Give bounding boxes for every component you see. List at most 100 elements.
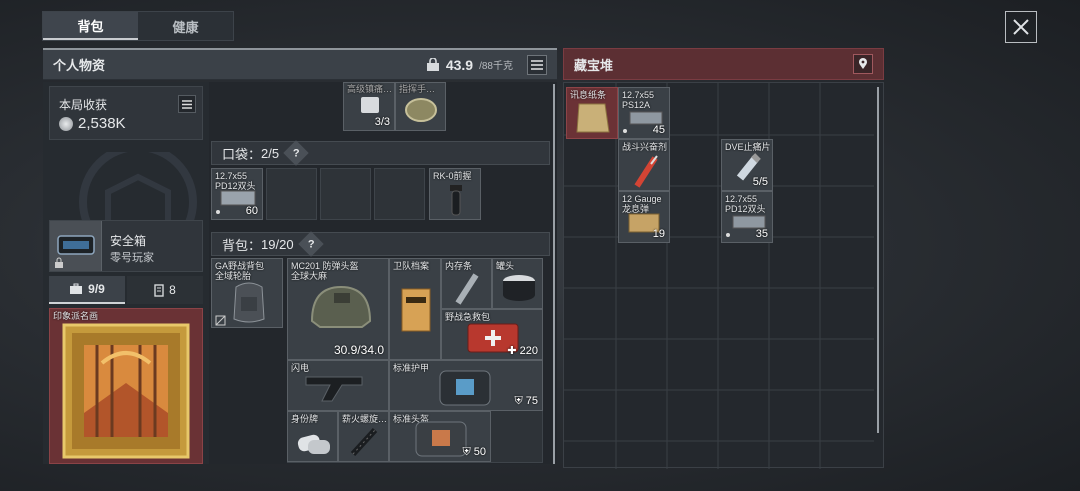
ammo-dot-icon: [623, 129, 627, 133]
personal-title: 个人物资: [53, 58, 106, 73]
safebox-card[interactable]: 安全箱 零号玩家: [49, 220, 203, 272]
gauge-count: 19: [652, 228, 665, 240]
memory-stick-icon: [455, 273, 479, 305]
pocket-header: 口袋： 2/5 ?: [211, 140, 550, 166]
top-item-count: 3/3: [374, 116, 390, 128]
backpack-title: 背包：: [222, 237, 262, 253]
helmet2-value: ⛨ 50: [462, 446, 486, 459]
safebox-title: 安全箱: [110, 234, 147, 248]
pocket-slot-empty[interactable]: [320, 168, 371, 220]
earnings-card: 本局收获 2,538K: [49, 86, 203, 140]
stock-icon: [305, 376, 363, 402]
tin-icon: [405, 98, 437, 122]
backpack-header: 背包： 19/20 ?: [211, 231, 550, 257]
location-button[interactable]: [853, 54, 873, 74]
backpack-armor[interactable]: 标准护甲 ⛨ 75: [389, 360, 543, 411]
tab-backpack[interactable]: 背包: [43, 12, 138, 40]
pocket-slot-grip[interactable]: RK-0前握: [429, 168, 481, 220]
dve-label: DVE止痛片: [725, 142, 771, 152]
painting-slot[interactable]: 印象派名画: [49, 308, 203, 464]
left-column: 本局收获 2,538K 安全箱 零号玩家 9/9 8 印象派名画: [43, 82, 209, 464]
help-icon: ?: [292, 146, 300, 159]
armor-label: 标准护甲: [393, 363, 430, 373]
top-item-left[interactable]: 高级镇痛… 3/3: [343, 82, 395, 131]
medkit-count-value: 220: [519, 345, 538, 357]
syringe-icon: [634, 155, 658, 188]
can-label: 罐头: [496, 261, 515, 271]
backpack-tag[interactable]: 身份牌: [287, 411, 338, 462]
backpack-memory[interactable]: 内存条: [441, 258, 492, 309]
shield-icon: ⛨: [514, 395, 526, 407]
medkit-count: ✚ 220: [507, 344, 538, 357]
magazine-icon: [154, 283, 164, 297]
close-icon: [1013, 19, 1029, 35]
loot-paper[interactable]: 讯息纸条: [566, 87, 618, 139]
shield-icon: ⛨: [462, 446, 474, 458]
stim-label: 战斗兴奋剂: [622, 142, 668, 152]
backpack-file[interactable]: 卫队档案: [389, 258, 441, 360]
dve-count: 5/5: [752, 176, 768, 188]
backpack-helmet[interactable]: MC201 防弹头盔 全球大麻 30.9/34.0: [287, 258, 389, 360]
top-item-right-label: 指挥手…: [399, 84, 436, 94]
earnings-list-button[interactable]: [178, 95, 196, 113]
loot-stim[interactable]: 战斗兴奋剂: [618, 139, 670, 191]
quick-tab-items-label: 9/9: [88, 282, 105, 296]
ammo-dot-icon: [216, 210, 220, 214]
helmet-label: MC201 防弹头盔 全球大麻: [291, 261, 359, 281]
pocket-ammo-label: 12.7x55 PD12双头: [215, 171, 256, 191]
loot-ammo1[interactable]: 12.7x55 PS12A 45: [618, 87, 670, 139]
pocket-ammo-count: 60: [245, 205, 258, 217]
backpack-helmet2[interactable]: 标准头盔 ⛨ 50: [389, 411, 491, 462]
quick-tab-items[interactable]: 9/9: [49, 276, 125, 304]
spiral-label: 薪火螺旋…: [342, 414, 388, 424]
loot-ammo2[interactable]: 12.7x55 PD12双头 35: [721, 191, 773, 243]
close-button[interactable]: [1005, 11, 1037, 43]
weight-value: 43.9: [445, 56, 474, 73]
safebox-icon: [57, 235, 95, 255]
earnings-label: 本局收获: [59, 98, 108, 112]
top-item-left-label: 高级镇痛…: [347, 84, 393, 94]
loot-scrollbar[interactable]: [877, 87, 879, 433]
bag-label: GA野战背包 全域轮胎: [215, 261, 265, 281]
container-scrollbar[interactable]: [553, 84, 555, 464]
earnings-value: 2,538K: [78, 115, 126, 132]
pocket-help-button[interactable]: ?: [283, 140, 309, 166]
paper-label: 讯息纸条: [570, 90, 607, 100]
backpack-bag[interactable]: GA野战背包 全域轮胎: [211, 258, 283, 328]
ammo-dot-icon: [726, 233, 730, 237]
pocket-slot-empty[interactable]: [266, 168, 317, 220]
main-tabs: 背包 健康: [42, 11, 234, 41]
loot-dve[interactable]: DVE止痛片 5/5: [721, 139, 773, 191]
dog-tag-icon: [297, 434, 330, 454]
weight-max: /88千克: [479, 61, 513, 72]
paper-note-icon: [576, 103, 610, 133]
safebox-subtitle: 零号玩家: [110, 252, 154, 264]
helmet-icon: [310, 285, 372, 328]
top-item-right[interactable]: 指挥手…: [395, 82, 446, 131]
loot-gauge[interactable]: 12 Gauge 龙息弹 19: [618, 191, 670, 243]
backpack-can[interactable]: 罐头: [492, 258, 543, 309]
helmet-durability: 30.9/34.0: [333, 343, 384, 357]
pocket-slot-empty[interactable]: [374, 168, 425, 220]
armor-value: ⛨ 75: [514, 395, 538, 408]
ammo1-label: 12.7x55 PS12A: [622, 90, 655, 110]
pocket-slot-ammo[interactable]: 12.7x55 PD12双头 60: [211, 168, 263, 220]
backpack-medkit[interactable]: 野战急救包 ✚ 220: [441, 309, 543, 360]
backpack-spiral[interactable]: 薪火螺旋…: [338, 411, 389, 462]
grid-lines: [564, 83, 874, 469]
backpack-help-button[interactable]: ?: [297, 231, 324, 257]
folder-icon: [401, 288, 431, 332]
memory-label: 内存条: [445, 261, 473, 271]
personal-header: 个人物资 43.9 /88千克: [43, 48, 557, 80]
quick-tab-ammo[interactable]: 8: [127, 276, 203, 304]
vest-icon: [439, 370, 491, 406]
coin-icon: [59, 116, 73, 131]
plus-icon: ✚: [507, 345, 520, 357]
backpack-icon: [233, 282, 265, 323]
backpack-count: 19/20: [261, 236, 294, 252]
sort-button[interactable]: [527, 54, 547, 75]
tab-health[interactable]: 健康: [138, 12, 233, 40]
loot-header: 藏宝堆: [563, 48, 884, 80]
spiral-icon: [350, 427, 378, 456]
backpack-flash[interactable]: 闪电: [287, 360, 389, 411]
